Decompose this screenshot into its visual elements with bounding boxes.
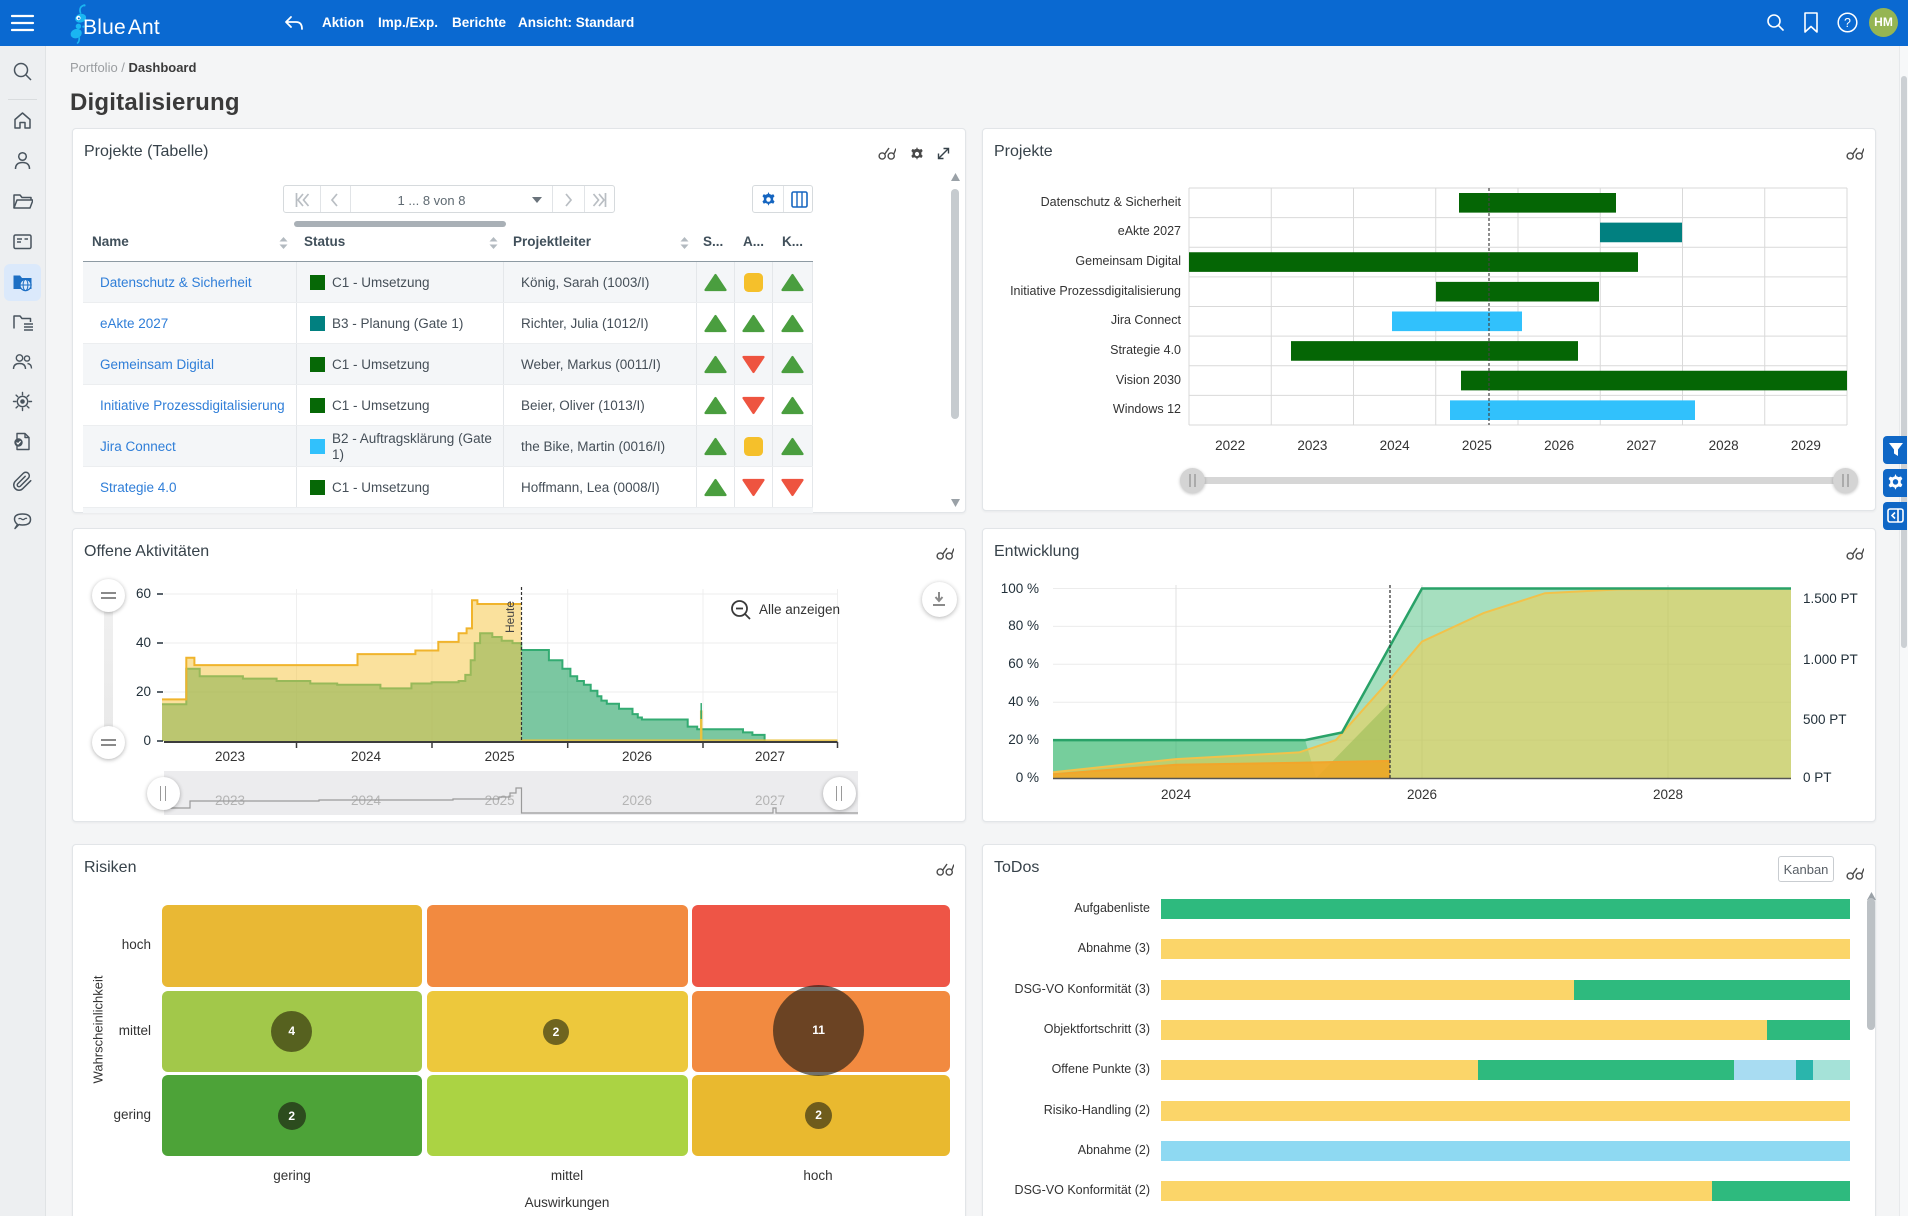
svg-text:?: ? [1844,16,1851,30]
